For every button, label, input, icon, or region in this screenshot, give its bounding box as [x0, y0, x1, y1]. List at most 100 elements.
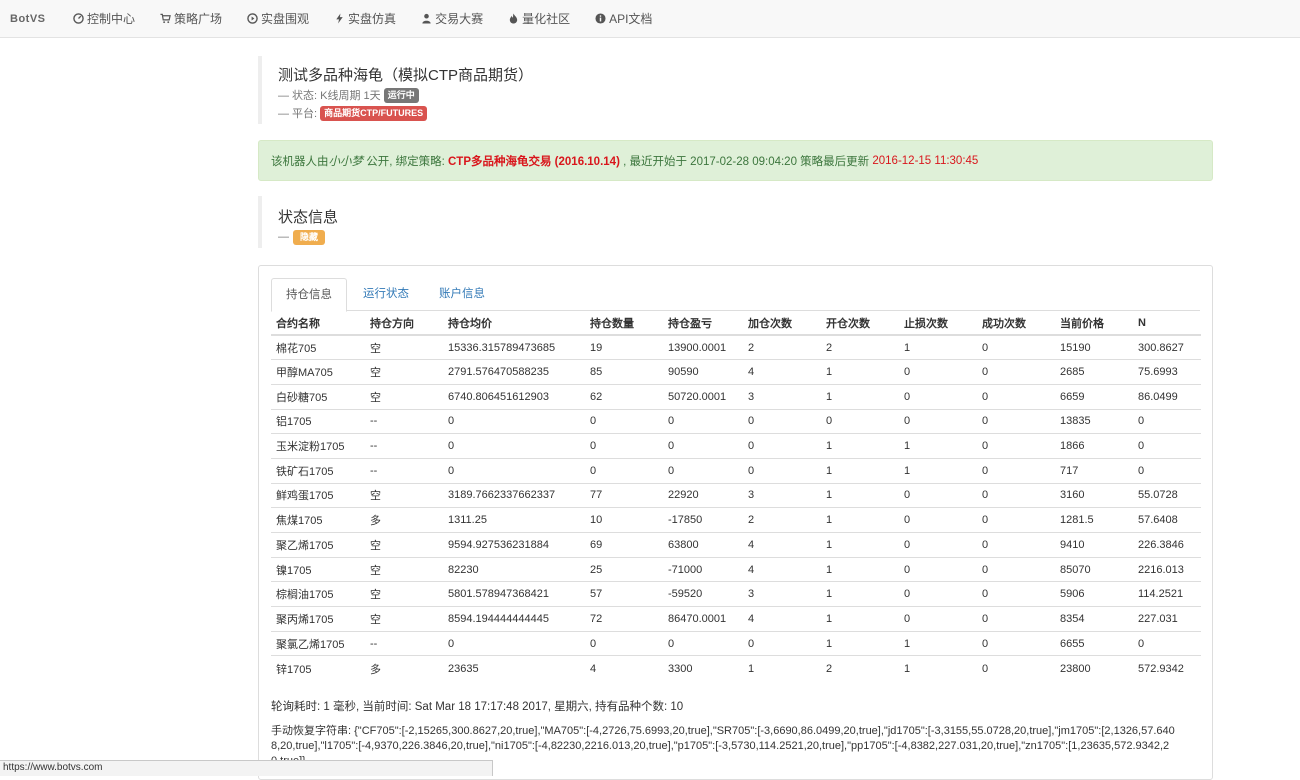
cell-current-price: 23800 — [1055, 655, 1133, 681]
cell-current-price: 3160 — [1055, 482, 1133, 508]
robot-platform-text: — 平台: — [278, 108, 318, 120]
cell-avg-price: 0 — [443, 457, 585, 484]
nav-api-docs[interactable]: API文档 — [594, 10, 652, 27]
cell-avg-price: 23635 — [443, 655, 585, 681]
nav-live-watch[interactable]: 实盘围观 — [246, 10, 309, 27]
cell-contract: 白砂糖705 — [271, 383, 365, 410]
cell-stop-count: 0 — [899, 383, 977, 410]
cell-add-count: 4 — [743, 556, 821, 582]
cell-direction: -- — [365, 408, 443, 434]
poll-info: 轮询耗时: 1 毫秒, 当前时间: Sat Mar 18 17:17:48 20… — [271, 701, 684, 713]
robot-title: 测试多品种海龟（模拟CTP商品期货） — [278, 67, 534, 84]
alert-text-2: 公开, 绑定策略: — [363, 155, 448, 168]
cell-direction: 多 — [365, 507, 443, 533]
cell-open-count: 1 — [821, 630, 899, 656]
nav-live-watch-label: 实盘围观 — [261, 12, 310, 26]
cell-contract: 聚乙烯1705 — [271, 532, 365, 558]
col-direction: 持仓方向 — [365, 311, 443, 336]
nav-dashboard-label: 控制中心 — [87, 12, 136, 26]
cell-direction: 空 — [365, 482, 443, 508]
nav-dashboard[interactable]: 控制中心 — [72, 10, 135, 27]
nav-simulation[interactable]: 实盘仿真 — [333, 10, 396, 27]
col-n: N — [1133, 311, 1201, 336]
tab-running-status[interactable]: 运行状态 — [349, 278, 423, 311]
table-row: 聚乙烯1705 空 9594.927536231884 69 63800 4 1 0 0 9410… — [271, 532, 1201, 558]
cell-avg-price: 8594.194444444445 — [443, 606, 585, 632]
cell-n: 227.031 — [1133, 606, 1201, 632]
table-row: 棉花705 空 15336.315789473685 19 13900.0001 2 2 1 0… — [271, 334, 1201, 360]
table-row: 棕榈油1705 空 5801.578947368421 57 -59520 3 1 0 0 590… — [271, 581, 1201, 607]
cell-avg-price: 3189.7662337662337 — [443, 482, 585, 508]
cell-direction: -- — [365, 630, 443, 656]
positions-table: 合约名称 持仓方向 持仓均价 持仓数量 持仓盈亏 加仓次数 开仓次数 止损次数 … — [271, 311, 1201, 681]
col-contract: 合约名称 — [271, 311, 365, 336]
positions-table-body: 棉花705 空 15336.315789473685 19 13900.0001 2 2 1 0… — [271, 334, 1201, 681]
cell-stop-count: 1 — [899, 433, 977, 459]
nav-strategy-square[interactable]: 策略广场 — [159, 10, 222, 27]
cell-quantity: 57 — [585, 581, 663, 607]
brand-logo[interactable]: BotVS — [10, 13, 72, 25]
cell-add-count: 0 — [743, 457, 821, 484]
cell-quantity: 0 — [585, 457, 663, 484]
cell-quantity: 4 — [585, 655, 663, 681]
nav-contest-label: 交易大赛 — [435, 12, 484, 26]
table-row: 聚丙烯1705 空 8594.194444444445 72 86470.0001 4 1 0… — [271, 606, 1201, 632]
tab-positions[interactable]: 持仓信息 — [271, 278, 347, 312]
cell-success-count: 0 — [977, 383, 1055, 410]
cell-stop-count: 1 — [899, 334, 977, 360]
cell-quantity: 19 — [585, 334, 663, 360]
cell-avg-price: 2791.576470588235 — [443, 359, 585, 385]
cell-success-count: 0 — [977, 655, 1055, 681]
cell-stop-count: 0 — [899, 556, 977, 582]
cell-open-count: 2 — [821, 655, 899, 681]
cell-success-count: 0 — [977, 457, 1055, 484]
tab-account-info[interactable]: 账户信息 — [425, 278, 499, 311]
cell-pnl: 63800 — [663, 532, 743, 558]
hide-badge[interactable]: 隐藏 — [293, 229, 326, 245]
nav-community[interactable]: 量化社区 — [507, 10, 570, 27]
cell-stop-count: 0 — [899, 359, 977, 385]
cell-contract: 铝1705 — [271, 408, 365, 434]
cell-add-count: 3 — [743, 383, 821, 410]
cell-open-count: 1 — [821, 457, 899, 484]
cell-quantity: 10 — [585, 507, 663, 533]
status-tabs: 持仓信息 运行状态 账户信息 — [271, 278, 1200, 312]
cell-stop-count: 0 — [899, 507, 977, 533]
cell-stop-count: 0 — [899, 482, 977, 508]
cell-open-count: 1 — [821, 383, 899, 410]
cell-avg-price: 5801.578947368421 — [443, 581, 585, 607]
cell-n: 0 — [1133, 457, 1201, 484]
nav-simulation-label: 实盘仿真 — [348, 12, 397, 26]
cell-avg-price: 6740.806451612903 — [443, 383, 585, 410]
table-row: 镍1705 空 82230 25 -71000 4 1 0 0 85070 2216.013 — [271, 556, 1201, 582]
cell-direction: 空 — [365, 334, 443, 360]
cell-pnl: 22920 — [663, 482, 743, 508]
cell-quantity: 0 — [585, 408, 663, 434]
nav-contest[interactable]: 交易大赛 — [420, 10, 483, 27]
cell-current-price: 717 — [1055, 457, 1133, 484]
cell-quantity: 85 — [585, 359, 663, 385]
cell-stop-count: 0 — [899, 606, 977, 632]
play-circle-icon — [246, 12, 259, 25]
cell-n: 0 — [1133, 408, 1201, 434]
cell-direction: 空 — [365, 532, 443, 558]
table-row: 铝1705 -- 0 0 0 0 0 0 0 13835 0 — [271, 408, 1201, 434]
cell-stop-count: 1 — [899, 630, 977, 656]
cell-quantity: 77 — [585, 482, 663, 508]
cell-add-count: 3 — [743, 581, 821, 607]
cell-contract: 焦煤1705 — [271, 507, 365, 533]
nav-community-label: 量化社区 — [522, 12, 571, 26]
cell-add-count: 0 — [743, 408, 821, 434]
cell-direction: -- — [365, 433, 443, 459]
cart-icon — [159, 12, 172, 25]
alert-text-3: , 最近开始于 2017-02-28 09:04:20 策略最后更新 — [619, 155, 873, 168]
cell-direction: 空 — [365, 359, 443, 385]
col-pnl: 持仓盈亏 — [663, 311, 743, 336]
cell-quantity: 69 — [585, 532, 663, 558]
cell-current-price: 1866 — [1055, 433, 1133, 459]
cell-avg-price: 0 — [443, 408, 585, 434]
cell-success-count: 0 — [977, 581, 1055, 607]
strategy-link[interactable]: CTP多品种海龟交易 (2016.10.14) — [448, 153, 620, 169]
cell-stop-count: 0 — [899, 581, 977, 607]
owner-link[interactable]: 小小梦 — [329, 153, 364, 169]
